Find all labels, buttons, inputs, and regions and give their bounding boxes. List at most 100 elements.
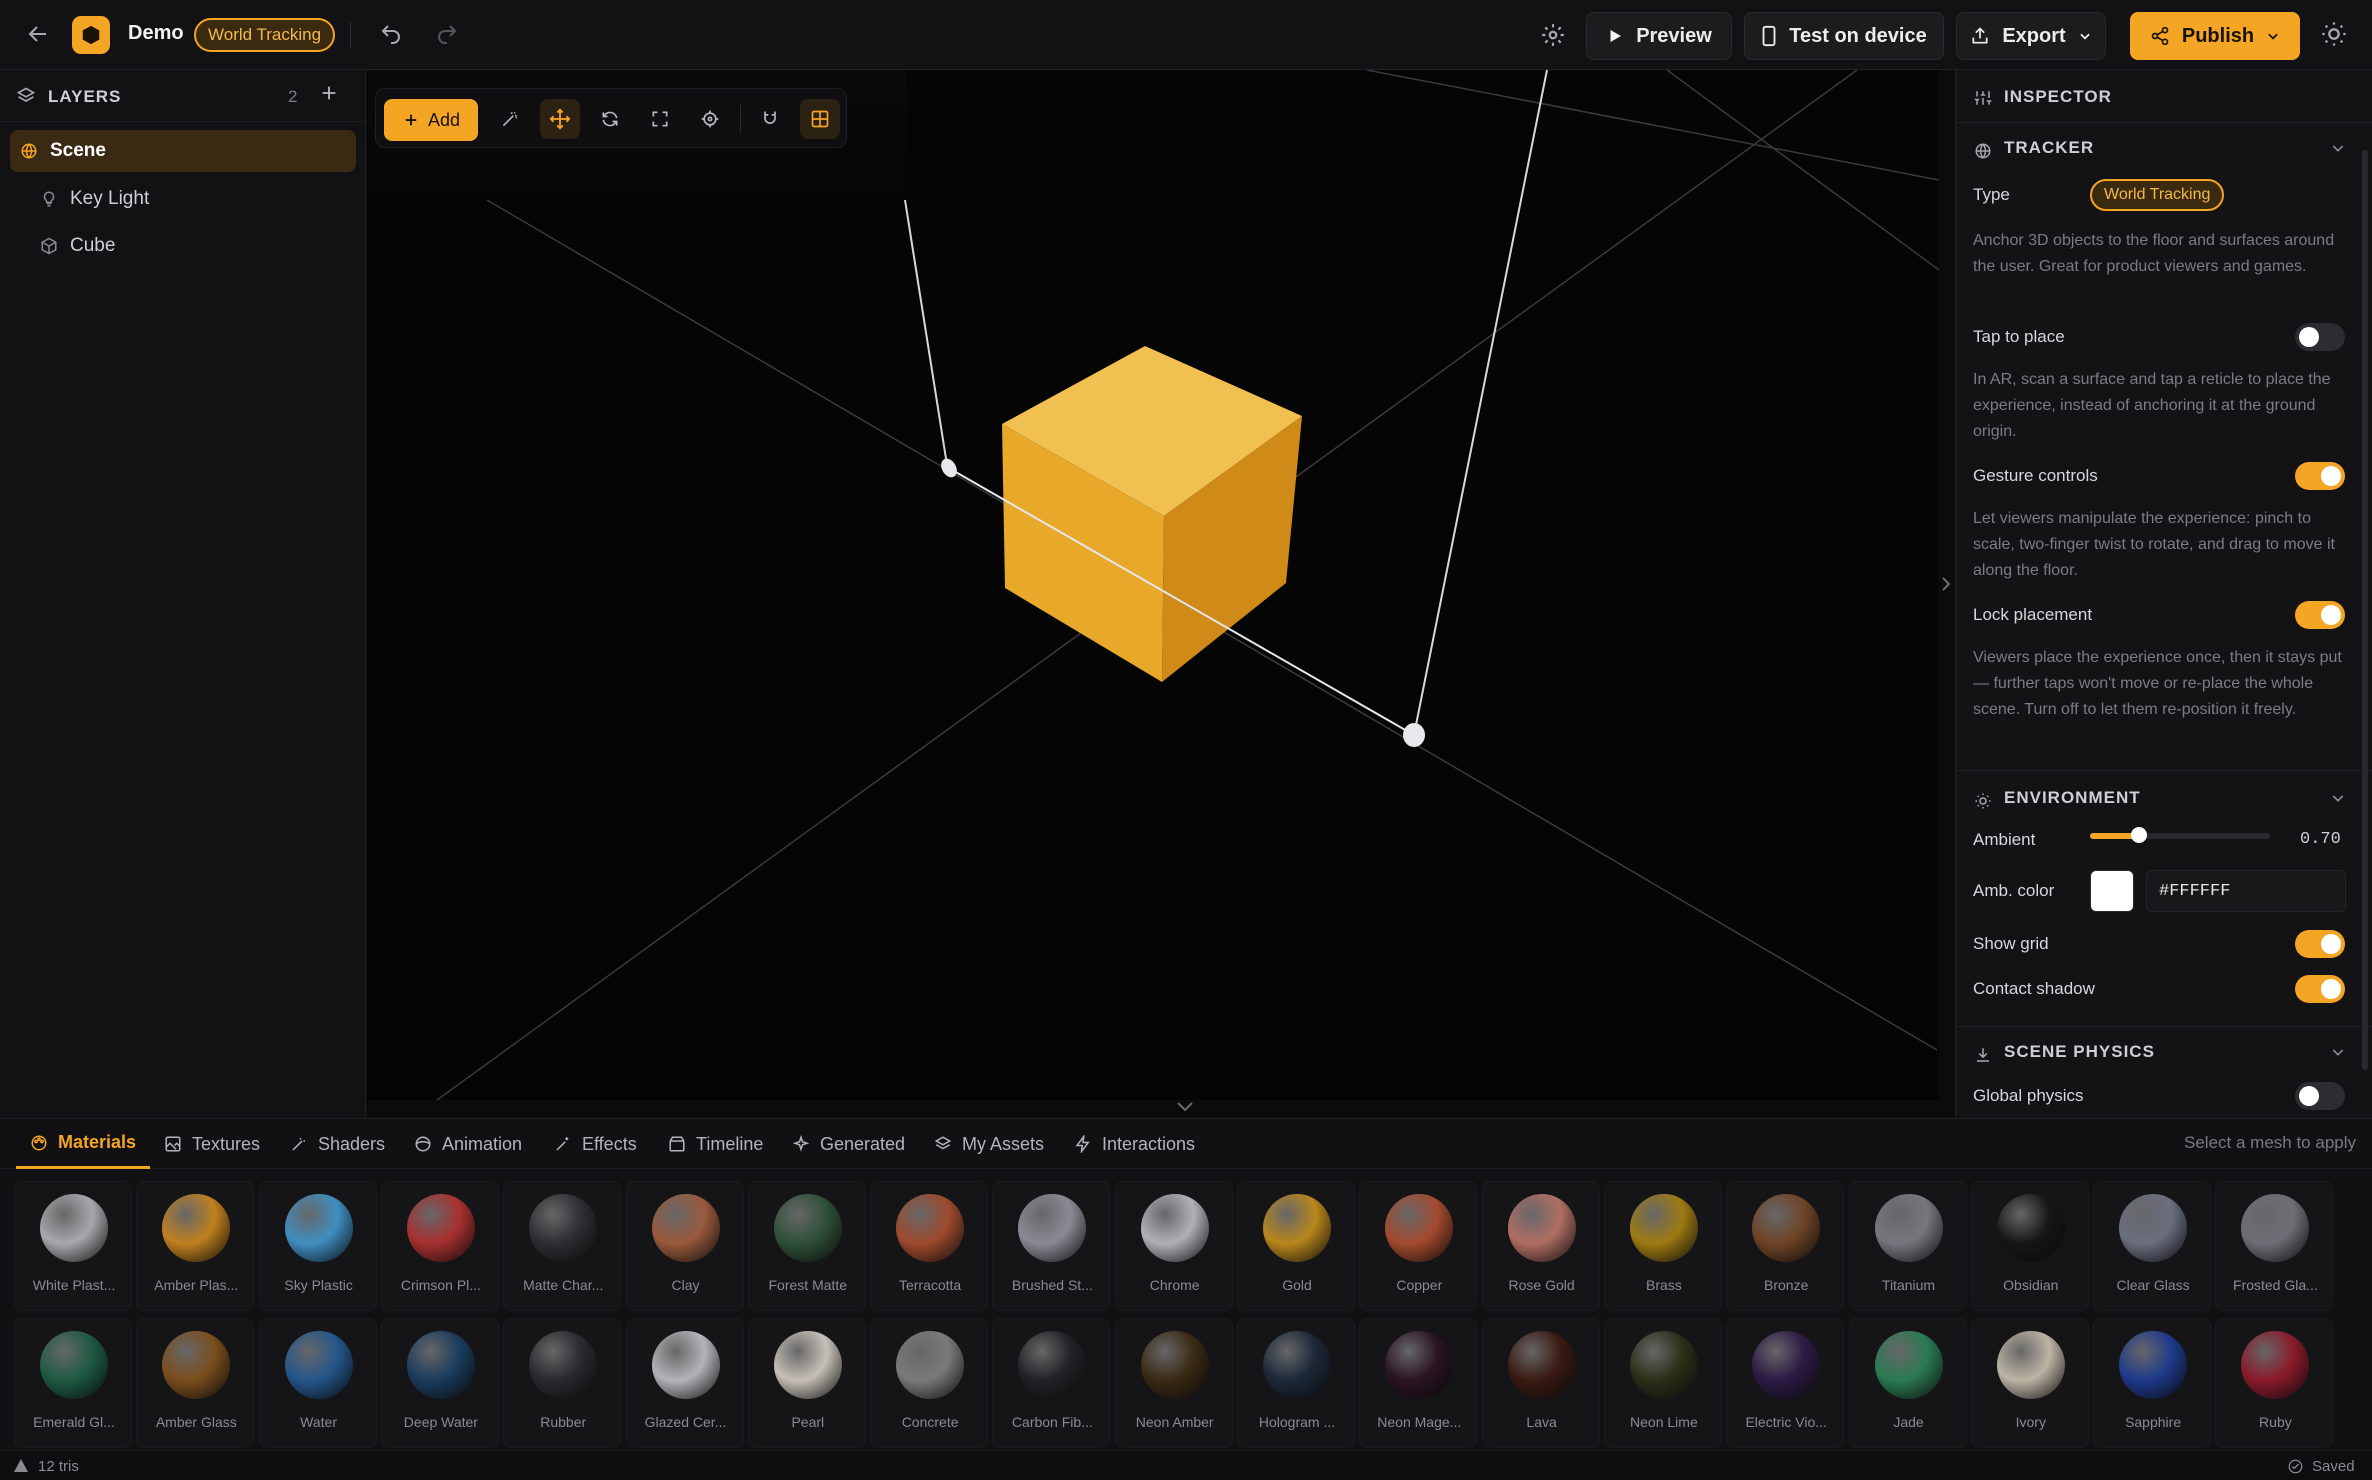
bottom-collapse-chevron-icon[interactable] [1176, 1100, 1194, 1118]
material-card[interactable]: Terracotta [870, 1181, 989, 1311]
tracker-type-pill[interactable]: World Tracking [2090, 179, 2225, 211]
tab-shaders[interactable]: Shaders [290, 1119, 385, 1169]
undo-icon[interactable] [378, 22, 404, 50]
physics-section-header[interactable]: SCENE PHYSICS [1956, 1026, 2372, 1078]
add-layer-icon[interactable] [318, 82, 340, 109]
material-card[interactable]: Emerald Gl... [14, 1318, 132, 1448]
material-card[interactable]: Concrete [870, 1318, 989, 1448]
lock-placement-toggle[interactable] [2295, 601, 2345, 629]
theme-sun-icon[interactable] [2320, 20, 2348, 52]
global-physics-toggle[interactable] [2295, 1082, 2345, 1110]
contact-shadow-toggle[interactable] [2295, 975, 2345, 1003]
tab-my-assets[interactable]: My Assets [934, 1119, 1044, 1169]
gizmo-handle-end[interactable] [1403, 723, 1425, 747]
publish-button[interactable]: Publish [2130, 12, 2300, 60]
material-card[interactable]: Copper [1359, 1181, 1478, 1311]
material-card[interactable]: Carbon Fib... [992, 1318, 1111, 1448]
layer-item-key-light[interactable]: Key Light [28, 178, 356, 220]
material-card[interactable]: Gold [1237, 1181, 1355, 1311]
material-card[interactable]: Obsidian [1970, 1181, 2089, 1311]
material-card[interactable]: Sapphire [2093, 1318, 2212, 1448]
layers-panel: LAYERS 2 Scene Key Light Cube [0, 70, 366, 1118]
material-card[interactable]: Neon Mage... [1359, 1318, 1478, 1448]
material-card[interactable]: Clear Glass [2093, 1181, 2212, 1311]
material-card[interactable]: Neon Amber [1114, 1318, 1233, 1448]
tracking-mode-badge[interactable]: World Tracking [194, 18, 336, 52]
magic-wand-button[interactable] [490, 99, 530, 139]
chevron-down-icon[interactable] [2330, 790, 2346, 811]
amb-color-swatch[interactable] [2090, 870, 2134, 912]
move-tool-button[interactable] [540, 99, 580, 139]
add-object-button[interactable]: Add [384, 99, 478, 141]
material-card[interactable]: Deep Water [380, 1318, 499, 1448]
material-preview-sphere [1385, 1194, 1454, 1262]
material-card[interactable]: Chrome [1114, 1181, 1233, 1311]
amb-color-input[interactable]: #FFFFFF [2146, 870, 2346, 912]
grid-toggle-button[interactable] [800, 99, 840, 139]
material-card[interactable]: Brass [1603, 1181, 1722, 1311]
material-card[interactable]: Ivory [1970, 1318, 2089, 1448]
settings-gear-icon[interactable] [1540, 22, 1566, 52]
layer-item-cube[interactable]: Cube [28, 225, 356, 267]
material-card[interactable]: Titanium [1848, 1181, 1967, 1311]
test-on-device-button[interactable]: Test on device [1744, 12, 1944, 60]
material-card[interactable]: Rose Gold [1481, 1181, 1600, 1311]
show-grid-toggle[interactable] [2295, 930, 2345, 958]
tab-animation[interactable]: Animation [414, 1119, 522, 1169]
environment-section-header[interactable]: ENVIRONMENT [1956, 772, 2372, 824]
material-card[interactable]: Neon Lime [1603, 1318, 1722, 1448]
material-card[interactable]: Lava [1481, 1318, 1600, 1448]
material-card[interactable]: Amber Plas... [136, 1181, 255, 1311]
material-preview-sphere [1507, 1331, 1576, 1399]
layer-item-scene[interactable]: Scene [10, 130, 356, 172]
material-card[interactable]: Bronze [1726, 1181, 1845, 1311]
scene-viewport[interactable]: Add [367, 70, 1939, 1100]
export-button[interactable]: Export [1956, 12, 2106, 60]
material-card[interactable]: White Plast... [14, 1181, 132, 1311]
material-card[interactable]: Electric Vio... [1726, 1318, 1845, 1448]
material-card[interactable]: Forest Matte [747, 1181, 866, 1311]
material-card[interactable]: Jade [1848, 1318, 1967, 1448]
material-card[interactable]: Clay [625, 1181, 744, 1311]
preview-button[interactable]: Preview [1586, 12, 1732, 60]
cube-object[interactable] [1002, 346, 1302, 682]
material-card[interactable]: Crimson Pl... [380, 1181, 499, 1311]
gesture-controls-toggle[interactable] [2295, 462, 2345, 490]
material-card[interactable]: Sky Plastic [258, 1181, 377, 1311]
inspector-collapse-chevron-icon[interactable] [1940, 576, 1952, 597]
tab-interactions[interactable]: Interactions [1074, 1119, 1195, 1169]
material-card[interactable]: Brushed St... [992, 1181, 1111, 1311]
ambient-slider-knob[interactable] [2130, 827, 2147, 843]
project-name[interactable]: Demo [128, 22, 184, 45]
chevron-down-icon[interactable] [2330, 1044, 2346, 1065]
ambient-slider[interactable] [2090, 827, 2270, 843]
material-card[interactable]: Rubber [503, 1318, 622, 1448]
material-card[interactable]: Pearl [747, 1318, 866, 1448]
back-arrow-icon[interactable] [26, 22, 50, 50]
chevron-down-icon[interactable] [2330, 140, 2346, 161]
tab-effects[interactable]: Effects [554, 1119, 637, 1169]
focus-button[interactable] [690, 99, 730, 139]
tab-textures[interactable]: Textures [164, 1119, 260, 1169]
material-card[interactable]: Water [258, 1318, 377, 1448]
tab-generated[interactable]: Generated [792, 1119, 905, 1169]
tap-to-place-toggle[interactable] [2295, 323, 2345, 351]
scene-canvas[interactable] [367, 70, 1939, 1100]
tab-materials[interactable]: Materials [16, 1119, 151, 1169]
material-card[interactable]: Frosted Gla... [2215, 1181, 2334, 1311]
material-card[interactable]: Ruby [2215, 1318, 2334, 1448]
material-card[interactable]: Amber Glass [136, 1318, 255, 1448]
tracker-section-header[interactable]: TRACKER [1956, 122, 2372, 174]
redo-icon[interactable] [434, 22, 460, 50]
inspector-scrollbar[interactable] [2362, 150, 2368, 1070]
rotate-tool-button[interactable] [590, 99, 630, 139]
material-preview-sphere [40, 1331, 108, 1399]
material-card[interactable]: Glazed Cer... [625, 1318, 744, 1448]
gizmo-handle-start[interactable] [938, 456, 960, 480]
snap-button[interactable] [750, 99, 790, 139]
material-preview-sphere [1996, 1194, 2065, 1262]
tab-timeline[interactable]: Timeline [668, 1119, 763, 1169]
material-card[interactable]: Matte Char... [503, 1181, 622, 1311]
scale-tool-button[interactable] [640, 99, 680, 139]
material-card[interactable]: Hologram ... [1237, 1318, 1355, 1448]
